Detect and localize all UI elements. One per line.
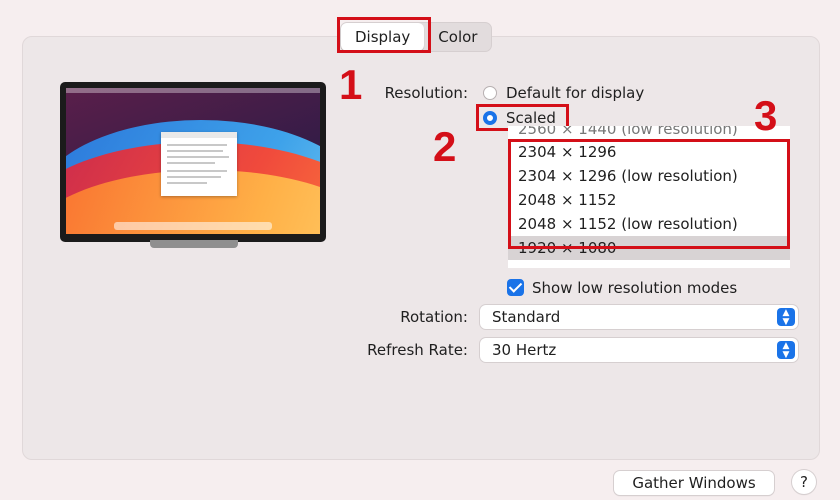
resolution-option[interactable]: 2048 × 1152 [508, 188, 790, 212]
refresh-rate-select[interactable]: 30 Hertz ▲ ▼ [480, 338, 798, 362]
rotation-value: Standard [492, 308, 561, 326]
tab-color[interactable]: Color [424, 23, 491, 51]
tab-display[interactable]: Display [341, 23, 425, 51]
refresh-rate-label: Refresh Rate: [367, 341, 468, 359]
step-number-3: 3 [754, 92, 778, 139]
radio-button-default[interactable] [483, 86, 497, 100]
radio-button-scaled[interactable] [483, 111, 497, 125]
document-window-preview [161, 132, 237, 196]
rotation-label: Rotation: [400, 308, 468, 326]
resolution-option[interactable]: 2048 × 1152 (low resolution) [508, 212, 790, 236]
resolution-option[interactable]: 2304 × 1296 (low resolution) [508, 164, 790, 188]
radio-scaled[interactable]: Scaled [483, 109, 556, 127]
radio-default-for-display[interactable]: Default for display [483, 84, 644, 102]
resolution-list[interactable]: 2560 × 1440 (low resolution) 2304 × 1296… [508, 126, 790, 268]
dock-preview [114, 222, 272, 230]
help-button[interactable]: ? [792, 470, 816, 494]
resolution-label: Resolution: [384, 84, 468, 102]
resolution-option-selected[interactable]: 1920 × 1080 [508, 236, 790, 260]
show-low-res-checkbox[interactable] [507, 279, 524, 296]
radio-label-scaled: Scaled [506, 109, 556, 127]
resolution-option[interactable]: 2560 × 1440 (low resolution) [508, 126, 790, 140]
show-low-res-label: Show low resolution modes [532, 279, 738, 297]
display-preview-monitor [60, 82, 326, 242]
gather-windows-button[interactable]: Gather Windows [614, 471, 774, 495]
step-number-1: 1 [339, 61, 363, 108]
rotation-select[interactable]: Standard ▲ ▼ [480, 305, 798, 329]
chevron-up-down-icon: ▲ ▼ [777, 341, 795, 360]
monitor-stand [150, 240, 238, 248]
desktop-wallpaper [66, 88, 320, 234]
resolution-option[interactable]: 2304 × 1296 [508, 140, 790, 164]
chevron-up-down-icon: ▲ ▼ [777, 308, 795, 327]
refresh-rate-value: 30 Hertz [492, 341, 557, 359]
step-number-2: 2 [433, 123, 457, 170]
tab-bar: Display Color [340, 22, 493, 52]
radio-label-default: Default for display [506, 84, 645, 102]
